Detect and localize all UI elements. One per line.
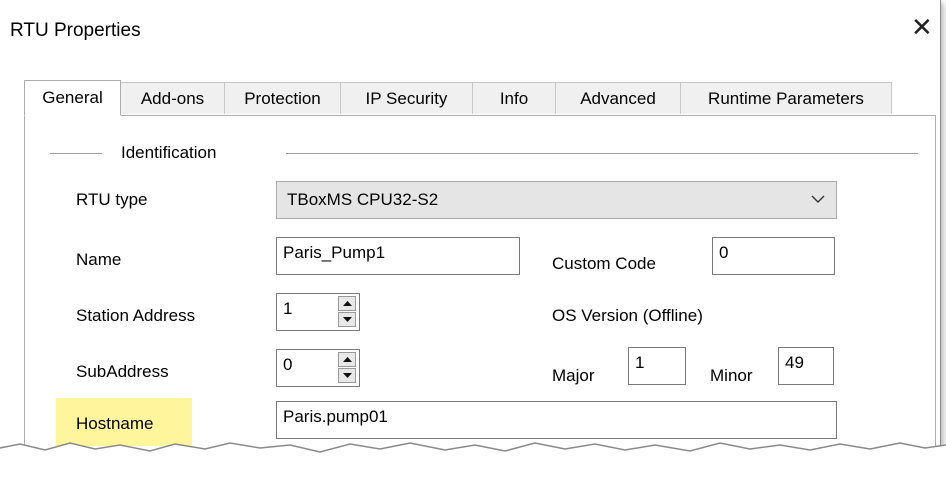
subaddress-spinner	[338, 351, 358, 385]
hostname-label: Hostname	[76, 414, 154, 433]
up-arrow-icon	[343, 301, 352, 306]
hostname-value: Paris.pump01	[283, 407, 388, 426]
tab-general[interactable]: General	[24, 80, 121, 116]
minor-value: 49	[785, 353, 804, 372]
rtu-properties-dialog: RTU Properties ✕ General Add-ons Protect…	[0, 0, 941, 476]
tab-add-ons[interactable]: Add-ons	[120, 82, 225, 114]
tab-advanced[interactable]: Advanced	[555, 82, 681, 114]
down-arrow-icon	[343, 373, 352, 378]
major-label: Major	[552, 366, 595, 385]
station-address-decrement-button[interactable]	[338, 312, 356, 327]
custom-code-value: 0	[719, 243, 729, 262]
station-address-value: 1	[283, 299, 293, 318]
subaddress-label: SubAddress	[76, 362, 169, 381]
close-icon[interactable]: ✕	[911, 14, 933, 40]
os-version-label: OS Version (Offline)	[552, 306, 703, 325]
up-arrow-icon	[343, 357, 352, 362]
tab-protection[interactable]: Protection	[224, 82, 341, 114]
station-address-label: Station Address	[76, 306, 196, 325]
minor-field[interactable]: 49	[778, 347, 834, 385]
down-arrow-icon	[343, 317, 352, 322]
subaddress-increment-button[interactable]	[338, 352, 356, 367]
name-value: Paris_Pump1	[283, 243, 386, 262]
rtu-type-value: TBoxMS CPU32-S2	[287, 190, 439, 209]
major-value: 1	[635, 353, 645, 372]
station-address-spinner	[338, 295, 358, 329]
rtu-type-label: RTU type	[76, 190, 148, 209]
dialog-title: RTU Properties	[10, 20, 141, 41]
minor-label: Minor	[710, 366, 753, 385]
subaddress-decrement-button[interactable]	[338, 368, 356, 383]
subaddress-stepper[interactable]: 0	[276, 349, 360, 387]
tab-runtime-parameters[interactable]: Runtime Parameters	[680, 82, 892, 114]
station-address-increment-button[interactable]	[338, 296, 356, 311]
station-address-stepper[interactable]: 1	[276, 293, 360, 331]
chevron-down-icon	[811, 195, 825, 203]
hostname-field[interactable]: Paris.pump01	[276, 401, 837, 439]
tab-info[interactable]: Info	[472, 82, 556, 114]
identification-group-title: Identification	[121, 143, 217, 163]
rtu-type-select[interactable]: TBoxMS CPU32-S2	[276, 181, 837, 219]
torn-edge-decoration	[0, 442, 946, 480]
major-field[interactable]: 1	[628, 347, 686, 385]
name-field[interactable]: Paris_Pump1	[276, 237, 520, 275]
group-divider-left	[50, 153, 102, 154]
subaddress-value: 0	[283, 355, 293, 374]
name-label: Name	[76, 250, 122, 269]
custom-code-label: Custom Code	[552, 254, 656, 273]
group-divider-right	[286, 153, 918, 154]
tab-ip-security[interactable]: IP Security	[340, 82, 473, 114]
custom-code-field[interactable]: 0	[712, 237, 835, 275]
